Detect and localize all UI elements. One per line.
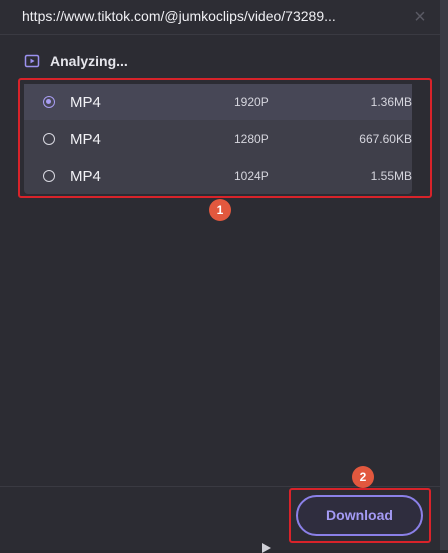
play-icon bbox=[262, 543, 271, 553]
download-button[interactable]: Download bbox=[296, 495, 423, 536]
video-url: https://www.tiktok.com/@jumkoclips/video… bbox=[22, 8, 336, 24]
footer-divider bbox=[0, 486, 440, 487]
step-badge-2: 2 bbox=[352, 466, 374, 488]
analyzing-status: Analyzing... bbox=[24, 52, 128, 70]
close-icon[interactable]: × bbox=[410, 7, 430, 27]
download-dialog: https://www.tiktok.com/@jumkoclips/video… bbox=[0, 0, 441, 550]
step-badge-1: 1 bbox=[209, 199, 231, 221]
format-list-highlight bbox=[18, 78, 432, 198]
video-icon bbox=[24, 54, 40, 68]
dialog-titlebar: https://www.tiktok.com/@jumkoclips/video… bbox=[0, 0, 440, 35]
background-window-edge bbox=[440, 0, 448, 550]
analyzing-label: Analyzing... bbox=[50, 53, 128, 69]
